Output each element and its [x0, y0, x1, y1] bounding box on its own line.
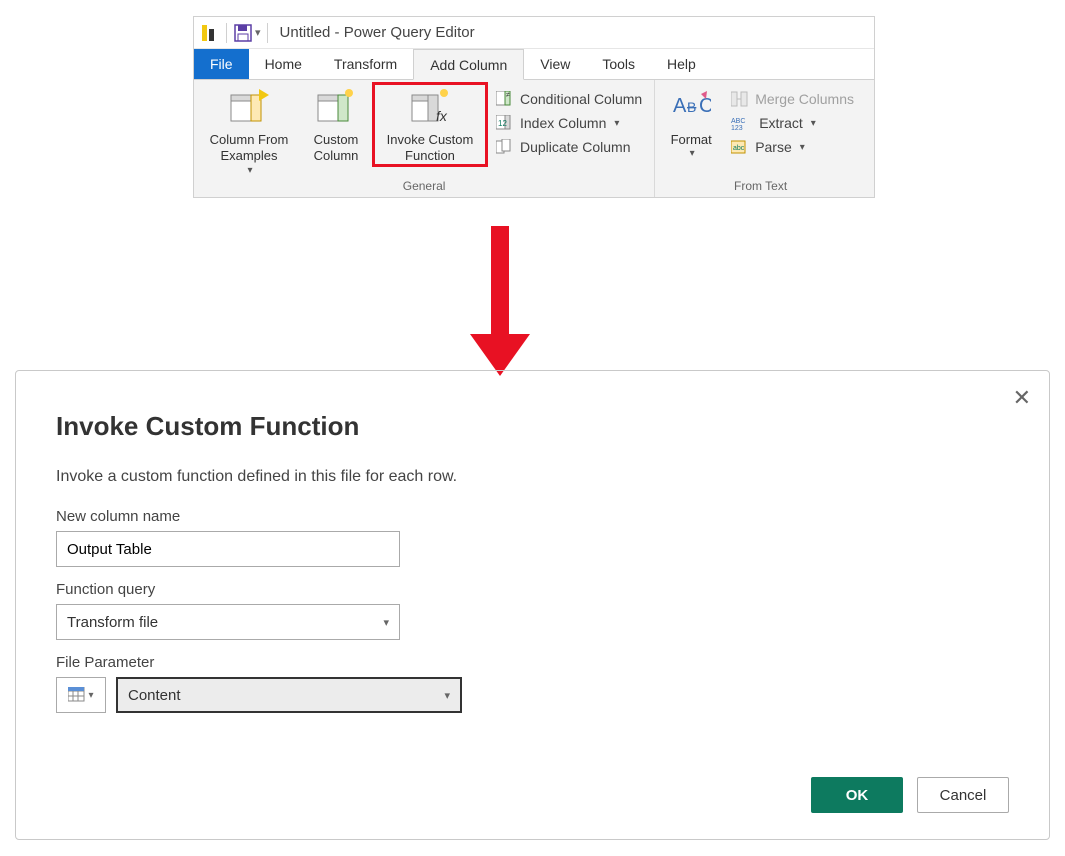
window-title: Untitled - Power Query Editor	[274, 24, 475, 41]
select-value: Transform file	[67, 614, 158, 631]
button-label: Conditional Column	[520, 91, 642, 107]
tab-home[interactable]: Home	[249, 49, 318, 79]
index-column-icon: 12	[496, 115, 514, 131]
svg-text:≠: ≠	[506, 92, 510, 99]
button-label: Invoke Custom Function	[387, 132, 474, 165]
button-label: Merge Columns	[755, 91, 854, 107]
svg-text:12: 12	[498, 119, 507, 128]
merge-columns-button: Merge Columns	[725, 88, 860, 110]
svg-text:C: C	[699, 95, 711, 117]
tab-tools[interactable]: Tools	[586, 49, 651, 79]
ribbon-group-from-text: A B C Format ▾	[655, 80, 866, 197]
custom-column-icon	[316, 88, 356, 126]
format-icon: A B C	[671, 88, 711, 126]
dialog-description: Invoke a custom function defined in this…	[56, 468, 1009, 486]
close-icon[interactable]: ✕	[1013, 385, 1031, 411]
chevron-down-icon: ▾	[444, 689, 450, 702]
button-label: Extract	[759, 115, 803, 131]
app-brand-icon	[200, 23, 220, 43]
tab-file[interactable]: File	[194, 49, 249, 79]
chevron-down-icon: ▾	[383, 616, 389, 629]
function-query-select[interactable]: Transform file ▾	[56, 604, 400, 640]
ribbon-tabs: File Home Transform Add Column View Tool…	[194, 49, 874, 79]
ribbon-group-general: Column From Examples ▾	[194, 80, 655, 197]
parse-button[interactable]: abc Parse ▾	[725, 136, 860, 158]
chevron-down-icon: ▾	[614, 118, 619, 129]
svg-text:123: 123	[731, 125, 743, 131]
table-icon	[68, 687, 86, 703]
tab-add-column[interactable]: Add Column	[413, 49, 524, 80]
svg-text:abc: abc	[733, 145, 745, 152]
quick-access-dropdown-icon[interactable]: ▾	[255, 26, 261, 39]
chevron-down-icon: ▾	[800, 142, 805, 153]
button-label: Parse	[755, 139, 792, 155]
title-bar: ▾ Untitled - Power Query Editor	[194, 17, 874, 49]
ok-button[interactable]: OK	[811, 777, 903, 813]
format-button[interactable]: A B C Format ▾	[661, 84, 721, 161]
tab-view[interactable]: View	[524, 49, 586, 79]
button-label: Duplicate Column	[520, 139, 631, 155]
merge-columns-icon	[731, 91, 749, 107]
tab-transform[interactable]: Transform	[318, 49, 413, 79]
svg-text:B: B	[687, 99, 696, 115]
new-column-name-input[interactable]	[56, 531, 400, 567]
svg-text:fx: fx	[436, 108, 448, 124]
duplicate-column-button[interactable]: Duplicate Column	[490, 136, 648, 158]
button-label: Format	[671, 132, 712, 148]
annotation-arrow	[480, 226, 520, 376]
save-icon[interactable]	[233, 23, 253, 43]
column-from-examples-icon	[229, 88, 269, 126]
cancel-button[interactable]: Cancel	[917, 777, 1009, 813]
invoke-custom-function-button[interactable]: fx Invoke Custom Function	[374, 84, 486, 165]
dialog-title: Invoke Custom Function	[56, 411, 1009, 442]
chevron-down-icon: ▾	[88, 690, 93, 701]
select-value: Content	[128, 687, 181, 704]
group-caption: From Text	[661, 177, 860, 195]
svg-text:A: A	[673, 95, 687, 117]
ribbon-body: Column From Examples ▾	[194, 79, 874, 197]
extract-button[interactable]: ABC123 Extract ▾	[725, 112, 860, 134]
group-caption: General	[200, 177, 648, 195]
chevron-down-icon: ▾	[247, 165, 252, 178]
tab-help[interactable]: Help	[651, 49, 712, 79]
svg-text:ABC: ABC	[731, 118, 745, 125]
invoke-custom-function-dialog: ✕ Invoke Custom Function Invoke a custom…	[15, 370, 1050, 840]
chevron-down-icon: ▾	[690, 148, 695, 161]
button-label: Index Column	[520, 115, 606, 131]
parse-icon: abc	[731, 139, 749, 155]
extract-icon: ABC123	[731, 115, 753, 131]
conditional-column-button[interactable]: ≠ Conditional Column	[490, 88, 648, 110]
column-from-examples-button[interactable]: Column From Examples ▾	[200, 84, 298, 177]
separator	[226, 23, 227, 43]
ribbon-window: ▾ Untitled - Power Query Editor File Hom…	[193, 16, 875, 198]
custom-column-button[interactable]: Custom Column	[302, 84, 370, 165]
separator	[267, 23, 268, 43]
new-column-name-label: New column name	[56, 508, 1009, 525]
file-parameter-select[interactable]: Content ▾	[116, 677, 462, 713]
button-label: Column From Examples	[210, 132, 289, 165]
chevron-down-icon: ▾	[811, 118, 816, 129]
button-label: Custom Column	[314, 132, 359, 165]
duplicate-column-icon	[496, 139, 514, 155]
index-column-button[interactable]: 12 Index Column ▾	[490, 112, 648, 134]
file-parameter-label: File Parameter	[56, 654, 1009, 671]
parameter-type-button[interactable]: ▾	[56, 677, 106, 713]
invoke-custom-function-icon: fx	[410, 88, 450, 126]
conditional-column-icon: ≠	[496, 91, 514, 107]
function-query-label: Function query	[56, 581, 1009, 598]
